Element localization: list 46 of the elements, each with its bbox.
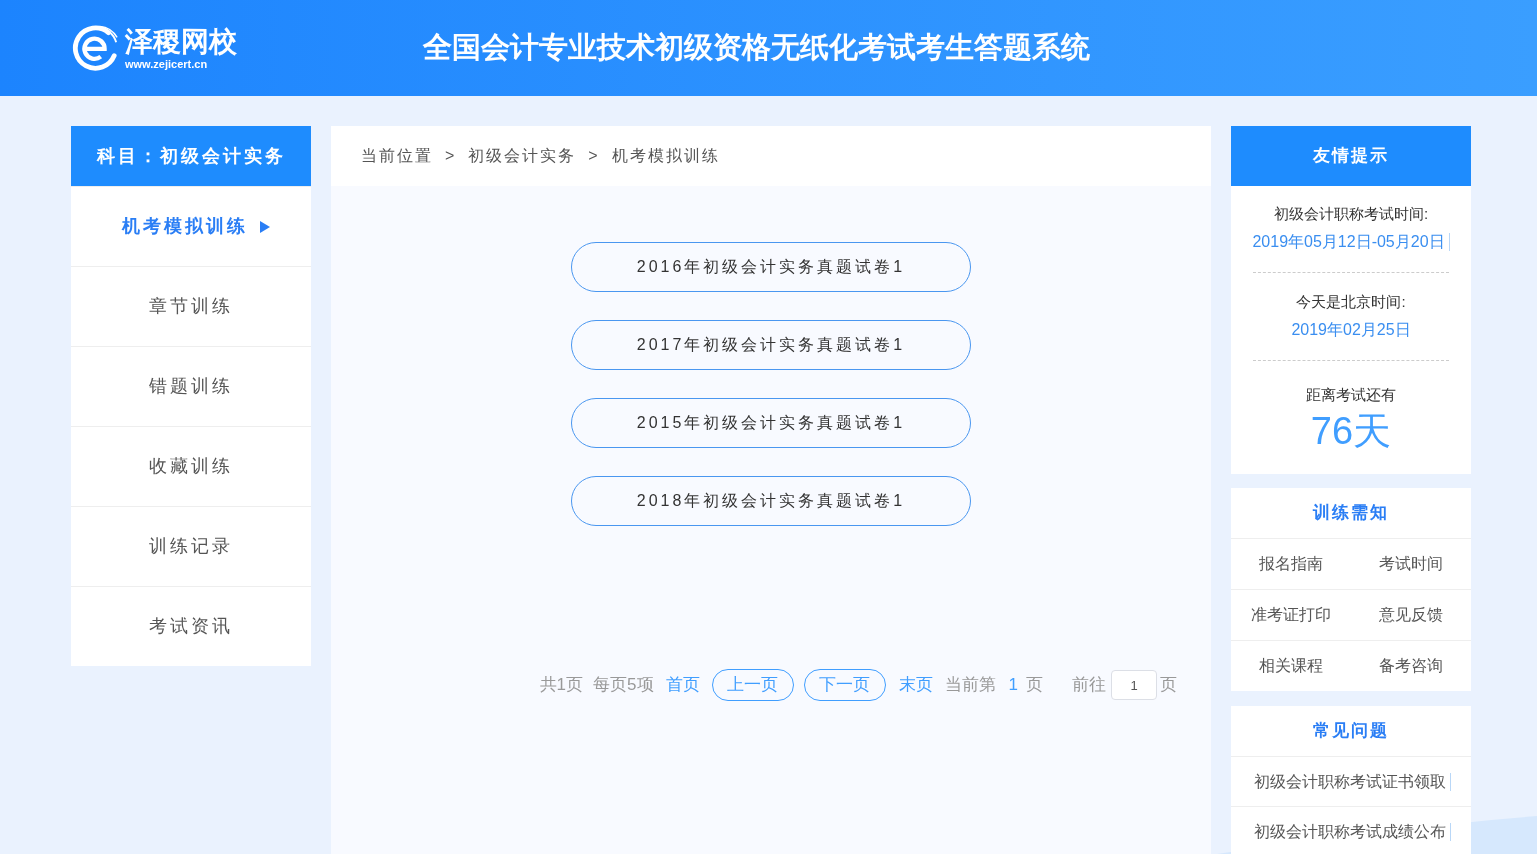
sidebar-item[interactable]: 机考模拟训练 [112, 213, 270, 240]
page-count: 共1页 [539, 674, 584, 697]
caret-icon [260, 220, 270, 233]
exam-paper-button[interactable]: 2018年初级会计实务真题试卷1 [571, 476, 971, 526]
sidebar-item[interactable]: 错题训练 [149, 373, 233, 400]
breadcrumb-item: > [588, 146, 600, 166]
page-title: 全国会计专业技术初级资格无纸化考试考生答题系统 [423, 30, 1090, 66]
goto-label: 前往 [1072, 674, 1106, 697]
current-page-number: 1 [1008, 674, 1018, 697]
sidebar-item[interactable]: 收藏训练 [149, 453, 233, 480]
tips-header: 友情提示 [1231, 126, 1471, 186]
breadcrumb-item[interactable]: 机考模拟训练 [611, 144, 720, 168]
faq-header: 常见问题 [1312, 720, 1390, 743]
exam-paper-button[interactable]: 2015年初级会计实务真题试卷1 [571, 398, 971, 448]
logo-text: 泽稷网校 [125, 25, 237, 58]
sidebar-item[interactable]: 考试资讯 [149, 613, 233, 640]
page-size: 每页5项 [593, 674, 654, 697]
guide-link[interactable]: 意见反馈 [1379, 603, 1443, 627]
date-value: 2019年05月12日-05月20日 [1252, 232, 1445, 252]
faq-link[interactable]: 初级会计职称考试成绩公布 [1254, 819, 1446, 844]
page-unit-label: 页 [1026, 674, 1043, 697]
logo-url: www.zejicert.cn [125, 57, 209, 71]
breadcrumb-item[interactable]: 当前位置 [361, 144, 433, 168]
tip-label: 初级会计职称考试时间: [1273, 204, 1429, 224]
current-page-label: 当前第 [944, 674, 996, 697]
exam-paper-button[interactable]: 2016年初级会计实务真题试卷1 [571, 242, 971, 292]
page-input[interactable]: 1 [1111, 670, 1157, 700]
page-unit-label: 页 [1160, 674, 1177, 697]
guide-link[interactable]: 备考咨询 [1379, 654, 1443, 678]
logo-icon [71, 24, 119, 72]
breadcrumb-item: > [445, 146, 457, 166]
subject-header: 科目：初级会计实务 [71, 126, 311, 186]
tip-label: 今天是北京时间: [1296, 292, 1406, 312]
guide-link[interactable]: 考试时间 [1379, 552, 1443, 576]
guide-link[interactable]: 相关课程 [1259, 654, 1323, 678]
countdown-value: 76天 [1310, 409, 1392, 453]
guide-link[interactable]: 报名指南 [1259, 552, 1323, 576]
faq-link[interactable]: 初级会计职称考试证书领取 [1254, 769, 1446, 794]
exam-paper-button[interactable]: 2017年初级会计实务真题试卷1 [571, 320, 971, 370]
sidebar-item[interactable]: 训练记录 [149, 533, 233, 560]
guide-header: 训练需知 [1311, 502, 1390, 525]
guide-link[interactable]: 准考证打印 [1251, 603, 1331, 627]
breadcrumb-item[interactable]: 初级会计实务 [468, 144, 577, 168]
sidebar-item[interactable]: 章节训练 [149, 293, 233, 320]
date-value: 2019年02月25日 [1291, 320, 1411, 340]
tip-label: 距离考试还有 [1306, 385, 1396, 405]
